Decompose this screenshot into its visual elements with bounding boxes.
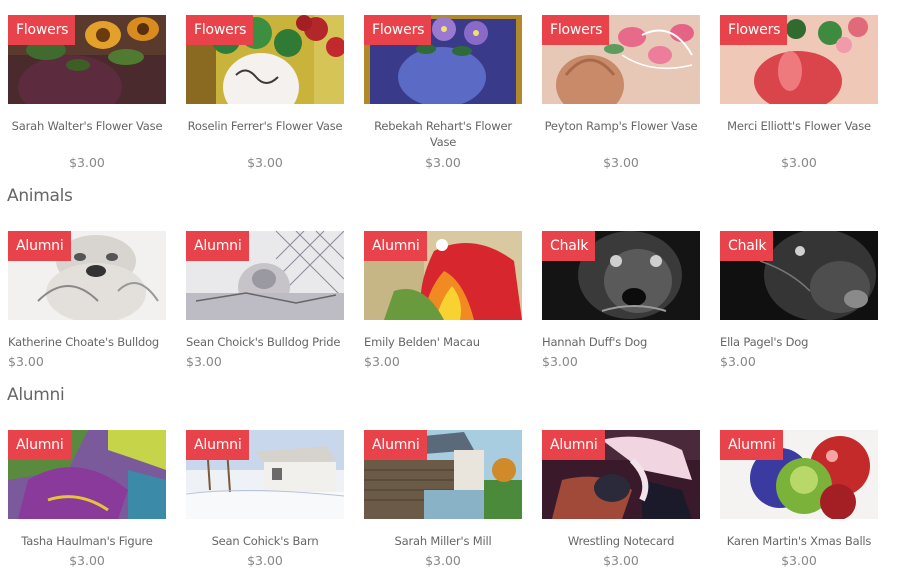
product-card[interactable]: Flowers Roselin Ferrer's Flower Vase $3.… [186, 15, 344, 171]
category-badge: Chalk [720, 231, 774, 261]
product-card[interactable]: Flowers Sarah Walter's Flower Vase $3.00 [8, 15, 166, 171]
product-title[interactable]: Sean Choick's Bulldog Pride [186, 334, 344, 350]
product-card[interactable]: Alumni Tasha Haulman's Figure $3.00 [8, 430, 166, 569]
product-card[interactable]: Alumni Sean Choick's Bulldog Pride $3.00 [186, 231, 344, 370]
product-title[interactable]: Katherine Choate's Bulldog [8, 334, 166, 350]
category-badge: Alumni [720, 430, 783, 460]
product-price: $3.00 [603, 553, 639, 568]
product-title[interactable]: Hannah Duff's Dog [542, 334, 700, 350]
product-title[interactable]: Wrestling Notecard [542, 533, 700, 549]
category-badge: Flowers [720, 15, 788, 45]
product-image[interactable]: Chalk [720, 231, 878, 320]
product-image[interactable]: Alumni [364, 231, 522, 320]
category-badge: Alumni [8, 430, 71, 460]
product-card[interactable]: Alumni Karen Martin's Xmas Balls $3.00 [720, 430, 878, 569]
category-badge: Chalk [542, 231, 596, 261]
category-badge: Flowers [8, 15, 76, 45]
product-price: $3.00 [425, 553, 461, 568]
product-image[interactable]: Flowers [8, 15, 166, 104]
product-price: $3.00 [720, 354, 756, 369]
product-title[interactable]: Emily Belden' Macau [364, 334, 522, 350]
product-price: $3.00 [781, 155, 817, 170]
product-card[interactable]: Alumni Katherine Choate's Bulldog $3.00 [8, 231, 166, 370]
product-price: $3.00 [8, 354, 44, 369]
product-image[interactable]: Alumni [720, 430, 878, 519]
product-price: $3.00 [247, 553, 283, 568]
product-card[interactable]: Alumni Wrestling Notecard $3.00 [542, 430, 700, 569]
product-title[interactable]: Merci Elliott's Flower Vase [720, 118, 878, 134]
product-image[interactable]: Alumni [186, 231, 344, 320]
product-card[interactable]: Alumni Sarah Miller's Mill $3.00 [364, 430, 522, 569]
product-title[interactable]: Sean Cohick's Barn [186, 533, 344, 549]
product-image[interactable]: Flowers [720, 15, 878, 104]
product-card[interactable]: Flowers Rebekah Rehart's Flower Vase $3.… [364, 15, 522, 171]
product-title[interactable]: Tasha Haulman's Figure [8, 533, 166, 549]
product-title[interactable]: Sarah Walter's Flower Vase [8, 118, 166, 134]
product-price: $3.00 [247, 155, 283, 170]
product-title[interactable]: Karen Martin's Xmas Balls [720, 533, 878, 549]
category-badge: Alumni [364, 231, 427, 261]
product-title[interactable]: Rebekah Rehart's Flower Vase [364, 118, 522, 150]
product-price: $3.00 [781, 553, 817, 568]
product-card[interactable]: Alumni Emily Belden' Macau $3.00 [364, 231, 522, 370]
category-badge: Flowers [186, 15, 254, 45]
product-card[interactable]: Chalk Hannah Duff's Dog $3.00 [542, 231, 700, 370]
category-badge: Alumni [364, 430, 427, 460]
product-image[interactable]: Alumni [186, 430, 344, 519]
section-heading-animals: Animals [7, 186, 73, 206]
category-badge: Flowers [542, 15, 610, 45]
product-image[interactable]: Alumni [364, 430, 522, 519]
product-price: $3.00 [69, 553, 105, 568]
product-image[interactable]: Alumni [542, 430, 700, 519]
product-price: $3.00 [364, 354, 400, 369]
category-badge: Alumni [542, 430, 605, 460]
category-badge: Flowers [364, 15, 432, 45]
product-image[interactable]: Flowers [186, 15, 344, 104]
product-image[interactable]: Flowers [364, 15, 522, 104]
category-badge: Alumni [186, 231, 249, 261]
product-card[interactable]: Alumni Sean Cohick's Barn $3.00 [186, 430, 344, 569]
product-title[interactable]: Roselin Ferrer's Flower Vase [186, 118, 344, 134]
product-price: $3.00 [603, 155, 639, 170]
product-card[interactable]: Chalk Ella Pagel's Dog $3.00 [720, 231, 878, 370]
product-image[interactable]: Alumni [8, 231, 166, 320]
section-heading-alumni: Alumni [7, 385, 65, 405]
product-title[interactable]: Sarah Miller's Mill [364, 533, 522, 549]
product-price: $3.00 [425, 155, 461, 170]
product-card[interactable]: Flowers Peyton Ramp's Flower Vase $3.00 [542, 15, 700, 171]
product-image[interactable]: Alumni [8, 430, 166, 519]
product-image[interactable]: Chalk [542, 231, 700, 320]
category-badge: Alumni [186, 430, 249, 460]
product-price: $3.00 [69, 155, 105, 170]
product-image[interactable]: Flowers [542, 15, 700, 104]
product-price: $3.00 [186, 354, 222, 369]
product-title[interactable]: Peyton Ramp's Flower Vase [542, 118, 700, 134]
category-badge: Alumni [8, 231, 71, 261]
product-title[interactable]: Ella Pagel's Dog [720, 334, 878, 350]
product-card[interactable]: Flowers Merci Elliott's Flower Vase $3.0… [720, 15, 878, 171]
product-price: $3.00 [542, 354, 578, 369]
